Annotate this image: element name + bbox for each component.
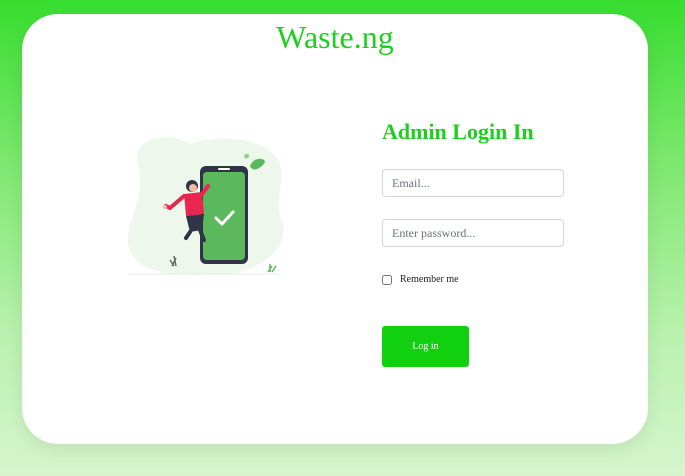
remember-me-label: Remember me (400, 274, 459, 285)
login-button[interactable]: Log in (382, 326, 469, 367)
remember-me-checkbox[interactable] (382, 274, 392, 285)
remember-me-row[interactable]: Remember me (382, 274, 459, 285)
login-card: Waste.ng Admin Login In Rem (22, 14, 648, 444)
mobile-login-illustration (127, 137, 284, 275)
phone-notch (218, 168, 230, 170)
password-input[interactable] (382, 219, 564, 247)
email-input[interactable] (382, 169, 564, 197)
login-form: Admin Login In Remember me Log in (382, 118, 572, 367)
login-title: Admin Login In (382, 119, 534, 144)
brand-logo-text: Waste.ng (276, 19, 394, 55)
